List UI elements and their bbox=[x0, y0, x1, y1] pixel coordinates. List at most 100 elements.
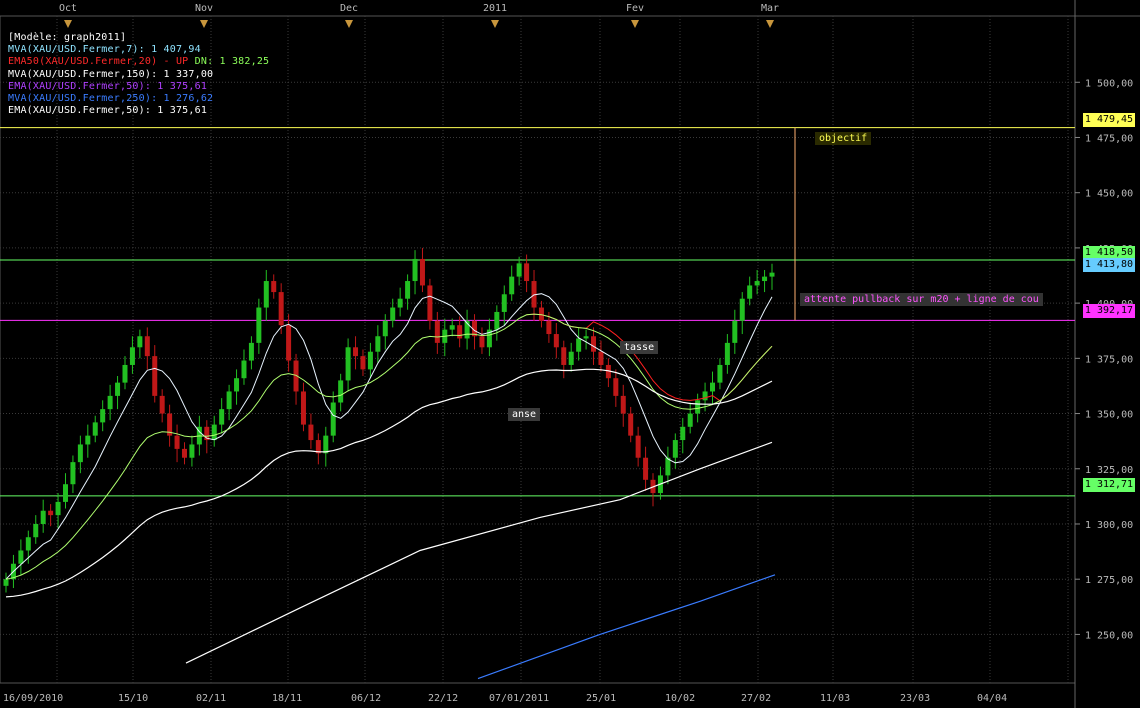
legend-mva150: MVA(XAU/USD.Fermer,150): 1 337,00 bbox=[8, 68, 214, 80]
candle-body bbox=[323, 435, 329, 454]
candle-body bbox=[479, 336, 485, 348]
x-tick-label: 06/12 bbox=[351, 693, 381, 704]
candle-body bbox=[419, 258, 425, 286]
candle-body bbox=[248, 342, 254, 361]
level-tag-neckline: 1 392,17 bbox=[1083, 304, 1135, 318]
y-tick-label: 1 325,00 bbox=[1085, 465, 1133, 476]
candle-body bbox=[516, 263, 522, 277]
candle-body bbox=[144, 336, 150, 357]
y-tick-label: 1 500,00 bbox=[1085, 78, 1133, 89]
candle-body bbox=[271, 281, 277, 293]
candle-body bbox=[92, 422, 98, 436]
month-label: Fev bbox=[626, 3, 644, 14]
level-tag-last-price: 1 413,80 bbox=[1083, 258, 1135, 272]
month-label: Nov bbox=[195, 3, 213, 14]
candle-body bbox=[278, 292, 284, 326]
candle-body bbox=[152, 356, 158, 396]
candle-body bbox=[412, 258, 418, 282]
candle-body bbox=[405, 281, 411, 299]
legend-mva250: MVA(XAU/USD.Fermer,250): 1 276,62 bbox=[8, 93, 214, 105]
level-tag-support: 1 312,71 bbox=[1083, 478, 1135, 492]
candle-body bbox=[427, 285, 433, 321]
x-tick-label: 10/02 bbox=[665, 693, 695, 704]
candle-body bbox=[286, 325, 292, 361]
candle-body bbox=[70, 462, 76, 485]
candle-body bbox=[330, 402, 336, 436]
candle-body bbox=[375, 336, 381, 352]
y-tick-label: 1 300,00 bbox=[1085, 520, 1133, 531]
candle-body bbox=[48, 510, 54, 516]
candle-body bbox=[449, 325, 455, 330]
x-tick-label: 04/04 bbox=[977, 693, 1007, 704]
candle-body bbox=[360, 356, 366, 370]
annotation-anse: anse bbox=[508, 408, 541, 421]
candle-body bbox=[457, 325, 463, 339]
candle-body bbox=[397, 298, 403, 308]
level-tag-objectif: 1 479,45 bbox=[1083, 113, 1135, 127]
candle-body bbox=[546, 320, 552, 335]
y-tick-label: 1 275,00 bbox=[1085, 575, 1133, 586]
candle-body bbox=[241, 360, 247, 379]
candle-body bbox=[159, 395, 165, 414]
y-tick-label: 1 475,00 bbox=[1085, 133, 1133, 144]
candle-body bbox=[122, 364, 128, 383]
annotation-pullback: attente pullback sur m20 + ligne de cou bbox=[800, 293, 1043, 306]
candle-body bbox=[628, 413, 634, 436]
candle-body bbox=[181, 448, 187, 458]
candle-body bbox=[561, 347, 567, 365]
x-tick-label: 02/11 bbox=[196, 693, 226, 704]
candle-body bbox=[583, 336, 589, 339]
candle-body bbox=[211, 424, 217, 441]
indicator-legend: [Modèle: graph2011] MVA(XAU/USD.Fermer,7… bbox=[8, 32, 269, 117]
candle-body bbox=[100, 409, 106, 423]
annotation-objectif: objectif bbox=[815, 132, 872, 145]
candle-body bbox=[174, 435, 180, 449]
x-tick-label: 11/03 bbox=[820, 693, 850, 704]
candle-body bbox=[769, 272, 775, 277]
candle-body bbox=[702, 391, 708, 401]
candle-body bbox=[345, 347, 351, 381]
candle-body bbox=[680, 426, 686, 441]
candle-body bbox=[687, 413, 693, 427]
y-tick-label: 1 450,00 bbox=[1085, 189, 1133, 200]
candle-body bbox=[524, 263, 530, 282]
candle-body bbox=[308, 424, 314, 441]
month-label: Mar bbox=[761, 3, 779, 14]
x-tick-label: 18/11 bbox=[272, 693, 302, 704]
candle-body bbox=[256, 307, 262, 343]
candle-body bbox=[3, 579, 9, 586]
candle-body bbox=[739, 298, 745, 321]
candle-body bbox=[568, 351, 574, 365]
legend-ema50-purple: EMA(XAU/USD.Fermer,50): 1 375,61 bbox=[8, 80, 208, 92]
candle-body bbox=[263, 281, 269, 308]
candle-body bbox=[501, 294, 507, 312]
candle-body bbox=[553, 334, 559, 348]
x-tick-label: 27/02 bbox=[741, 693, 771, 704]
month-label: 2011 bbox=[483, 3, 507, 14]
candle-body bbox=[747, 285, 753, 299]
candle-body bbox=[635, 435, 641, 458]
candle-body bbox=[672, 440, 678, 458]
candle-body bbox=[710, 382, 716, 392]
x-tick-label: 22/12 bbox=[428, 693, 458, 704]
legend-model: [Modèle: graph2011] bbox=[8, 32, 127, 43]
candle-body bbox=[754, 281, 760, 286]
candle-body bbox=[390, 307, 396, 321]
candle-body bbox=[55, 501, 61, 516]
candle-body bbox=[85, 435, 91, 445]
y-tick-label: 1 375,00 bbox=[1085, 354, 1133, 365]
candle-body bbox=[77, 444, 83, 463]
annotation-tasse: tasse bbox=[620, 341, 659, 354]
candle-body bbox=[434, 320, 440, 343]
candle-body bbox=[382, 320, 388, 337]
candle-body bbox=[40, 510, 46, 524]
candle-body bbox=[338, 380, 344, 403]
candle-body bbox=[62, 484, 68, 502]
candle-body bbox=[509, 276, 515, 295]
y-tick-label: 1 250,00 bbox=[1085, 630, 1133, 641]
y-tick-label: 1 350,00 bbox=[1085, 410, 1133, 421]
x-tick-label: 16/09/2010 bbox=[3, 693, 63, 704]
candle-body bbox=[353, 347, 359, 357]
candle-body bbox=[189, 444, 195, 458]
candle-body bbox=[25, 537, 31, 551]
